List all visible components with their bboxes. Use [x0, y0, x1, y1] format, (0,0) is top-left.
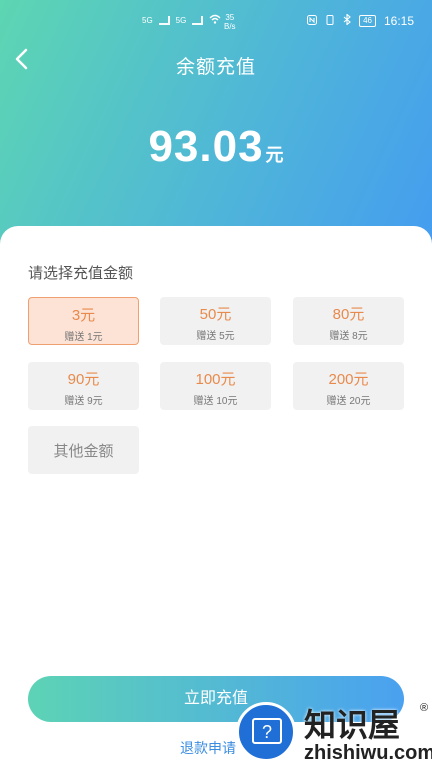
other-amount-button[interactable]: 其他金额 — [28, 426, 139, 474]
amount-option-bonus: 赠送 8元 — [329, 331, 368, 342]
amount-option-value: 50元 — [199, 306, 232, 323]
amount-option-bonus: 赠送 20元 — [326, 396, 371, 407]
network-indicators: 5G 5G — [142, 14, 221, 26]
section-label: 请选择充值金额 — [28, 265, 134, 282]
other-amount-label: 其他金额 — [53, 443, 114, 460]
signal-5g-label-1: 5G — [142, 15, 153, 25]
help-monitor-icon: ? — [236, 702, 296, 762]
vibrate-icon — [325, 14, 335, 28]
amount-option-value: 100元 — [195, 371, 236, 388]
nfc-icon — [307, 14, 318, 28]
bluetooth-icon — [343, 13, 351, 28]
amount-option-value: 200元 — [328, 371, 369, 388]
network-speed-unit: B/s — [224, 22, 236, 31]
balance-unit: 元 — [265, 145, 284, 165]
system-indicators: 46 16:15 — [307, 13, 414, 28]
balance-display: 93.03 元 — [0, 122, 432, 172]
watermark-domain: zhishiwu.com — [304, 742, 432, 764]
amount-option-100[interactable]: 100元 赠送 10元 — [160, 362, 271, 410]
refund-link[interactable]: 退款申请 — [180, 738, 236, 758]
amount-option-value: 80元 — [332, 306, 365, 323]
signal-icon — [192, 15, 204, 25]
nav-bar: 余额充值 — [0, 40, 432, 84]
amount-option-bonus: 赠送 10元 — [193, 396, 238, 407]
page-title: 余额充值 — [175, 57, 256, 78]
signal-icon — [158, 15, 170, 25]
amount-option-200[interactable]: 200元 赠送 20元 — [293, 362, 404, 410]
watermark-title: 知识屋 — [304, 707, 401, 743]
battery-icon: 46 — [359, 15, 376, 27]
amount-option-bonus: 赠送 1元 — [64, 332, 103, 343]
status-bar: 5G 5G 35 B/s 46 16:15 — [0, 0, 432, 40]
amount-option-bonus: 赠送 5元 — [196, 331, 235, 342]
amount-option-50[interactable]: 50元 赠送 5元 — [160, 297, 271, 345]
recharge-panel: 请选择充值金额 3元 赠送 1元 50元 赠送 5元 80元 赠送 8元 90元… — [0, 226, 432, 768]
amount-option-value: 90元 — [67, 371, 100, 388]
balance-amount: 93.03 — [148, 122, 264, 171]
amount-option-bonus: 赠送 9元 — [64, 396, 103, 407]
watermark: ? 知识屋 ® zhishiwu.com — [236, 700, 432, 768]
amount-option-value: 3元 — [71, 307, 96, 324]
network-speed-value: 35 — [225, 13, 235, 22]
watermark-registered: ® — [420, 702, 429, 714]
amount-option-3[interactable]: 3元 赠送 1元 — [28, 297, 139, 345]
clock: 16:15 — [383, 14, 414, 28]
network-speed: 35 B/s — [224, 13, 236, 31]
wifi-icon — [209, 14, 221, 26]
signal-5g-label-2: 5G — [175, 15, 187, 25]
amount-option-90[interactable]: 90元 赠送 9元 — [28, 362, 139, 410]
amount-option-80[interactable]: 80元 赠送 8元 — [293, 297, 404, 345]
